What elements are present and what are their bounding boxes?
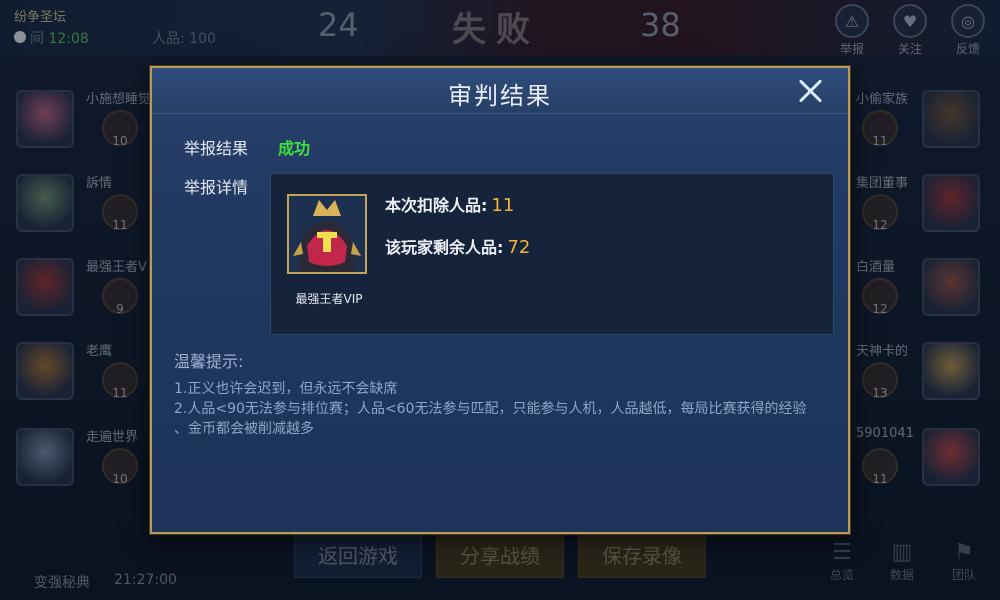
remain-line: 该玩家剩余人品: 72 [385, 234, 530, 258]
deduct-value: 11 [491, 195, 515, 216]
close-icon[interactable] [794, 74, 828, 108]
hero-portrait [287, 194, 367, 274]
deduct-line: 本次扣除人品: 11 [385, 192, 514, 216]
judgement-result-dialog: 审判结果 举报结果 成功 举报详情 最强王者VIP 本次扣除人品: 11 该玩家剩… [150, 66, 850, 534]
hero-helmet-image [289, 196, 365, 272]
dialog-title: 审判结果 [448, 82, 552, 110]
report-result-label: 举报结果 [184, 139, 249, 158]
report-detail-box: 最强王者VIP 本次扣除人品: 11 该玩家剩余人品: 72 [270, 173, 834, 335]
tip-line-3: 、金币都会被削减越多 [174, 421, 314, 437]
remain-value: 72 [507, 237, 531, 258]
tip-line-2: 2.人品<90无法参与排位赛；人品<60无法参与匹配，只能参与人机，人品越低，每… [174, 401, 807, 417]
remain-label: 该玩家剩余人品: [385, 238, 504, 257]
reported-player-name: 最强王者VIP [295, 292, 363, 306]
tip-line-1: 1.正义也许会迟到，但永远不会缺席 [174, 381, 398, 397]
deduct-label: 本次扣除人品: [385, 196, 488, 215]
report-detail-label: 举报详情 [184, 178, 249, 197]
tips-title: 温馨提示: [174, 352, 244, 371]
dialog-title-bar: 审判结果 [152, 68, 848, 114]
report-result-value: 成功 [278, 139, 311, 158]
